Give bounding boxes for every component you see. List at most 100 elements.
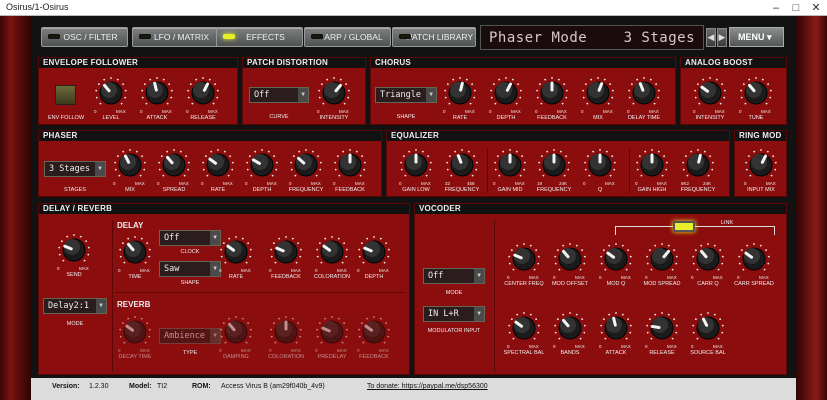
knob-spectral-bal[interactable]: 0 MAX SPECTRAL BAL [504,310,544,356]
knob-tune[interactable]: 0 MAX TUNE [739,75,773,121]
knob-max-label: MAX [557,109,567,114]
knob-depth[interactable]: 0 MAX DEPTH [357,234,391,280]
knob-min-label: 0 [219,268,222,273]
knob-max-label: MAX [241,348,251,353]
knob-dial [490,77,522,105]
knob-frequency[interactable]: 0 MAX FREQUENCY [289,147,323,193]
knob-dial [246,149,278,177]
mode-label: MODE [66,321,84,327]
divider [112,220,113,372]
previous-arrow-button[interactable]: ◀ [706,28,716,47]
knob-rate[interactable]: 0 MAX RATE [443,75,477,121]
knob-max-label: MAX [759,275,769,280]
menu-button[interactable]: MENU ▾ [729,27,784,47]
env-follow-toggle[interactable] [55,85,76,105]
knob-dial [494,149,526,177]
knob-max-label: MAX [603,109,613,114]
knob-intensity[interactable]: 0 MAX INTENSITY [317,75,351,121]
knob-gain-high[interactable]: 0 MAX GAIN HIGH [635,147,669,193]
knob-feedback[interactable]: 0 MAX FEEDBACK [269,234,303,280]
knob-damping[interactable]: 0 MAX DAMPING [219,314,253,360]
modulator-input-label: MODULATOR INPUT [427,328,481,334]
knob-bands[interactable]: 0 MAX BANDS [553,310,587,356]
knob-q[interactable]: 0 MAX Q [583,147,617,193]
knob-rate[interactable]: 0 MAX RATE [219,234,253,280]
knob-delay-time[interactable]: 0 MAX DELAY TIME [627,75,661,121]
knob-dial [187,77,219,105]
tab-effects[interactable]: EFFECTS [216,27,303,47]
knob-mix[interactable]: 0 MAX MIX [581,75,615,121]
donate-link[interactable]: To donate: https://paypal.me/dsp56300 [367,383,488,390]
curve-select[interactable]: Off ▼ [249,87,309,103]
knob-dial [444,77,476,105]
knob-feedback[interactable]: 0 MAX FEEDBACK [357,314,391,360]
knob-dial [334,149,366,177]
knob-depth[interactable]: 0 MAX DEPTH [489,75,523,121]
knob-carr-spread[interactable]: 0 MAX CARR SPREAD [734,241,774,287]
knob-gain-low[interactable]: 0 MAX GAIN LOW [399,147,433,193]
link-toggle-led[interactable] [673,221,695,232]
knob-send[interactable]: 0 MAX SEND [57,232,91,278]
knob-source-bal[interactable]: 0 MAX SOURCE BAL [690,310,726,356]
tab-osc-filter[interactable]: OSC / FILTER [41,27,128,47]
knob-label: INPUT MIX [747,187,775,193]
knob-min-label: 0 [645,275,648,280]
stages-select[interactable]: 3 Stages ▼ [44,161,106,177]
knob-min-label: 0 [635,181,638,186]
knob-depth[interactable]: 0 MAX DEPTH [245,147,279,193]
knob-center-freq[interactable]: 0 MAX CENTER FREQ [504,241,544,287]
panel-title: RING MOD [735,131,786,141]
tab-patch-library[interactable]: PATCH LIBRARY [392,27,476,47]
modulator-input-select[interactable]: IN L+R ▼ [423,306,485,322]
vocoder-mode-select[interactable]: Off ▼ [423,268,485,284]
knob-attack[interactable]: 0 MAX ATTACK [140,75,174,121]
clock-value: Off [164,233,180,243]
knob-input-mix[interactable]: 0 MAX INPUT MIX [744,147,778,193]
knob-intensity[interactable]: 0 MAX INTENSITY [693,75,727,121]
knob-min-label: 0 [113,181,116,186]
knob-release[interactable]: 0 MAX RELEASE [186,75,220,121]
knob-spread[interactable]: 0 MAX SPREAD [157,147,191,193]
knob-level[interactable]: 0 MAX LEVEL [94,75,128,121]
reverb-type-select[interactable]: Ambience ▼ [159,328,221,344]
knob-min-label: 0 [317,109,320,114]
knob-mod-offset[interactable]: 0 MAX MOD OFFSET [552,241,588,287]
knob-time[interactable]: 0 MAX TIME [118,234,152,280]
knob-min-label: 0 [553,344,556,349]
knob-frequency[interactable]: 19 24K FREQUENCY [537,147,571,193]
knob-frequency[interactable]: 32 458 FREQUENCY [445,147,479,193]
minimize-icon[interactable]: – [766,1,786,15]
knob-mix[interactable]: 0 MAX MIX [113,147,147,193]
knob-predelay[interactable]: 0 MAX PREDELAY [315,314,349,360]
knob-gain-mid[interactable]: 0 MAX GAIN MID [493,147,527,193]
knob-mod-q[interactable]: 0 MAX MOD Q [599,241,633,287]
vocoder-mode-label: MODE [445,290,463,296]
knob-mod-spread[interactable]: 0 MAX MOD SPREAD [644,241,680,287]
knob-feedback[interactable]: 0 MAX FEEDBACK [535,75,569,121]
next-arrow-button[interactable]: ▶ [717,28,727,47]
mode-select[interactable]: Delay2:1 ▼ [43,298,107,314]
knob-release[interactable]: 0 MAX RELEASE [645,310,679,356]
tab-arp-global[interactable]: ARP / GLOBAL [304,27,391,47]
knob-dial [318,77,350,105]
knob-frequency[interactable]: 8K2 24K FREQUENCY [681,147,715,193]
knob-attack[interactable]: 0 MAX ATTACK [599,310,633,356]
knob-coloration[interactable]: 0 MAX COLORATION [268,314,304,360]
knob-dial [114,149,146,177]
knob-decay-time[interactable]: 0 MAX DECAY TIME [118,314,152,360]
knob-feedback[interactable]: 0 MAX FEEDBACK [333,147,367,193]
knob-carr-q[interactable]: 0 MAX CARR Q [691,241,725,287]
clock-select[interactable]: Off ▼ [159,230,221,246]
tab-lfo-matrix[interactable]: LFO / MATRIX [132,27,219,47]
knob-dial [358,236,390,264]
maximize-icon[interactable]: □ [786,1,806,15]
close-icon[interactable]: ✕ [806,1,826,15]
knob-dial [119,236,151,264]
shape-select[interactable]: Triangle ▼ [375,87,437,103]
knob-dial [582,77,614,105]
knob-min-label: 0 [645,344,648,349]
knob-dial [600,312,632,340]
knob-min-label: 0 [245,181,248,186]
knob-rate[interactable]: 0 MAX RATE [201,147,235,193]
knob-coloration[interactable]: 0 MAX COLORATION [314,234,350,280]
